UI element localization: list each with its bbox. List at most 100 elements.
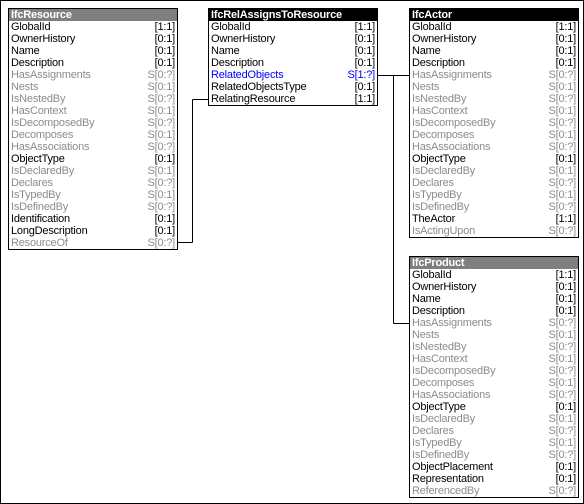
attribute-cardinality: S[0:?] bbox=[548, 449, 576, 461]
attribute-row[interactable]: ObjectType [0:1] bbox=[410, 401, 578, 413]
attribute-cardinality: S[0:?] bbox=[548, 317, 576, 329]
attribute-name: OwnerHistory bbox=[211, 33, 276, 45]
attribute-row[interactable]: Description [0:1] bbox=[410, 57, 578, 69]
attribute-cardinality: S[0:?] bbox=[548, 225, 576, 237]
attribute-row[interactable]: OwnerHistory [0:1] bbox=[209, 33, 377, 45]
attribute-row[interactable]: IsTypedBy S[0:1] bbox=[410, 189, 578, 201]
attribute-cardinality: [0:1] bbox=[555, 461, 577, 473]
attribute-row[interactable]: Identification [0:1] bbox=[9, 213, 177, 225]
attribute-row[interactable]: IsDeclaredBy S[0:1] bbox=[410, 165, 578, 177]
attribute-name: Identification bbox=[11, 213, 70, 225]
attribute-row[interactable]: Name [0:1] bbox=[410, 293, 578, 305]
attribute-row[interactable]: Representation [0:1] bbox=[410, 473, 578, 485]
attribute-row[interactable]: Decomposes S[0:1] bbox=[410, 377, 578, 389]
attribute-row[interactable]: Description [0:1] bbox=[209, 57, 377, 69]
attribute-cardinality: [0:1] bbox=[555, 45, 577, 57]
attribute-row[interactable]: IsDecomposedBy S[0:?] bbox=[410, 365, 578, 377]
attribute-name: Decomposes bbox=[412, 377, 475, 389]
attribute-row[interactable]: GlobalId [1:1] bbox=[410, 269, 578, 281]
attribute-row[interactable]: OwnerHistory [0:1] bbox=[9, 33, 177, 45]
attribute-cardinality: [1:1] bbox=[555, 213, 577, 225]
attribute-name: GlobalId bbox=[11, 21, 51, 33]
attribute-row[interactable]: IsTypedBy S[0:1] bbox=[410, 437, 578, 449]
attribute-cardinality: [0:1] bbox=[154, 33, 176, 45]
attribute-row[interactable]: HasAssignments S[0:?] bbox=[410, 317, 578, 329]
attribute-cardinality: [0:1] bbox=[555, 153, 577, 165]
attribute-row[interactable]: Description [0:1] bbox=[9, 57, 177, 69]
attribute-row[interactable]: Declares S[0:?] bbox=[410, 177, 578, 189]
attribute-row[interactable]: IsNestedBy S[0:?] bbox=[9, 93, 177, 105]
attribute-row[interactable]: ResourceOf S[0:?] bbox=[9, 237, 177, 249]
attribute-row[interactable]: Nests S[0:1] bbox=[410, 329, 578, 341]
attribute-row[interactable]: Nests S[0:1] bbox=[410, 81, 578, 93]
attribute-cardinality: S[0:1] bbox=[548, 105, 576, 117]
attribute-row[interactable]: HasAssociations S[0:?] bbox=[9, 141, 177, 153]
attribute-row[interactable]: RelatedObjects S[1:?] bbox=[209, 69, 377, 81]
entity-title[interactable]: IfcRelAssignsToResource bbox=[209, 9, 377, 21]
attribute-row[interactable]: Declares S[0:?] bbox=[410, 425, 578, 437]
attribute-cardinality: [0:1] bbox=[354, 57, 376, 69]
attribute-row[interactable]: HasAssignments S[0:?] bbox=[410, 69, 578, 81]
attribute-row[interactable]: HasContext S[0:1] bbox=[9, 105, 177, 117]
attribute-row[interactable]: IsDeclaredBy S[0:1] bbox=[410, 413, 578, 425]
attribute-row[interactable]: Name [0:1] bbox=[209, 45, 377, 57]
attribute-row[interactable]: Nests S[0:1] bbox=[9, 81, 177, 93]
attribute-cardinality: S[0:1] bbox=[147, 165, 175, 177]
attribute-row[interactable]: ReferencedBy S[0:?] bbox=[410, 485, 578, 497]
attribute-cardinality: S[0:?] bbox=[147, 237, 175, 249]
attribute-row[interactable]: TheActor [1:1] bbox=[410, 213, 578, 225]
attribute-row[interactable]: OwnerHistory [0:1] bbox=[410, 281, 578, 293]
attribute-name: Name bbox=[412, 293, 441, 305]
entity-ifc-rel-assigns-to-resource[interactable]: IfcRelAssignsToResource GlobalId [1:1] Own… bbox=[208, 8, 378, 106]
attribute-row[interactable]: OwnerHistory [0:1] bbox=[410, 33, 578, 45]
attribute-row[interactable]: RelatingResource [1:1] bbox=[209, 93, 377, 105]
attribute-row[interactable]: HasContext S[0:1] bbox=[410, 353, 578, 365]
attribute-row[interactable]: IsNestedBy S[0:?] bbox=[410, 341, 578, 353]
attribute-row[interactable]: GlobalId [1:1] bbox=[410, 21, 578, 33]
attribute-row[interactable]: IsDefinedBy S[0:?] bbox=[9, 201, 177, 213]
attribute-row[interactable]: GlobalId [1:1] bbox=[9, 21, 177, 33]
attribute-cardinality: S[0:?] bbox=[548, 177, 576, 189]
attribute-row[interactable]: IsTypedBy S[0:1] bbox=[9, 189, 177, 201]
attribute-row[interactable]: HasAssignments S[0:?] bbox=[9, 69, 177, 81]
entity-title[interactable]: IfcResource bbox=[9, 9, 177, 21]
entity-title[interactable]: IfcProduct bbox=[410, 257, 578, 269]
attribute-row[interactable]: Decomposes S[0:1] bbox=[410, 129, 578, 141]
attribute-cardinality: S[0:?] bbox=[147, 117, 175, 129]
attribute-name: Description bbox=[412, 57, 465, 69]
attribute-row[interactable]: IsDecomposedBy S[0:?] bbox=[410, 117, 578, 129]
attribute-cardinality: S[0:?] bbox=[548, 117, 576, 129]
attribute-row[interactable]: ObjectPlacement [0:1] bbox=[410, 461, 578, 473]
attribute-name: IsDefinedBy bbox=[412, 449, 470, 461]
attribute-row[interactable]: ObjectType [0:1] bbox=[9, 153, 177, 165]
attribute-row[interactable]: RelatedObjectsType [0:1] bbox=[209, 81, 377, 93]
attribute-cardinality: S[0:?] bbox=[548, 93, 576, 105]
attribute-cardinality: [0:1] bbox=[555, 33, 577, 45]
attribute-row[interactable]: IsDeclaredBy S[0:1] bbox=[9, 165, 177, 177]
attribute-row[interactable]: Decomposes S[0:1] bbox=[9, 129, 177, 141]
attribute-row[interactable]: LongDescription [0:1] bbox=[9, 225, 177, 237]
attribute-row[interactable]: IsDefinedBy S[0:?] bbox=[410, 201, 578, 213]
entity-ifc-actor[interactable]: IfcActor GlobalId [1:1] OwnerHistory [0:1] N… bbox=[409, 8, 579, 238]
entity-ifc-product[interactable]: IfcProduct GlobalId [1:1] OwnerHistory [0:1… bbox=[409, 256, 579, 498]
attribute-row[interactable]: HasAssociations S[0:?] bbox=[410, 141, 578, 153]
attribute-row[interactable]: ObjectType [0:1] bbox=[410, 153, 578, 165]
attribute-row[interactable]: IsActingUpon S[0:?] bbox=[410, 225, 578, 237]
attribute-row[interactable]: IsDecomposedBy S[0:?] bbox=[9, 117, 177, 129]
attribute-name: HasAssignments bbox=[11, 69, 91, 81]
attribute-row[interactable]: IsNestedBy S[0:?] bbox=[410, 93, 578, 105]
attribute-row[interactable]: GlobalId [1:1] bbox=[209, 21, 377, 33]
attribute-row[interactable]: Description [0:1] bbox=[410, 305, 578, 317]
attribute-row[interactable]: Name [0:1] bbox=[9, 45, 177, 57]
attribute-row[interactable]: Declares S[0:?] bbox=[9, 177, 177, 189]
attribute-row[interactable]: IsDefinedBy S[0:?] bbox=[410, 449, 578, 461]
attribute-row[interactable]: HasContext S[0:1] bbox=[410, 105, 578, 117]
attribute-name: HasContext bbox=[11, 105, 67, 117]
attribute-name: LongDescription bbox=[11, 225, 88, 237]
entity-title[interactable]: IfcActor bbox=[410, 9, 578, 21]
attribute-row[interactable]: Name [0:1] bbox=[410, 45, 578, 57]
attribute-name: OwnerHistory bbox=[412, 281, 477, 293]
attribute-name: Description bbox=[412, 305, 465, 317]
attribute-row[interactable]: HasAssociations S[0:?] bbox=[410, 389, 578, 401]
entity-ifc-resource[interactable]: IfcResource GlobalId [1:1] OwnerHistory [0:… bbox=[8, 8, 178, 250]
